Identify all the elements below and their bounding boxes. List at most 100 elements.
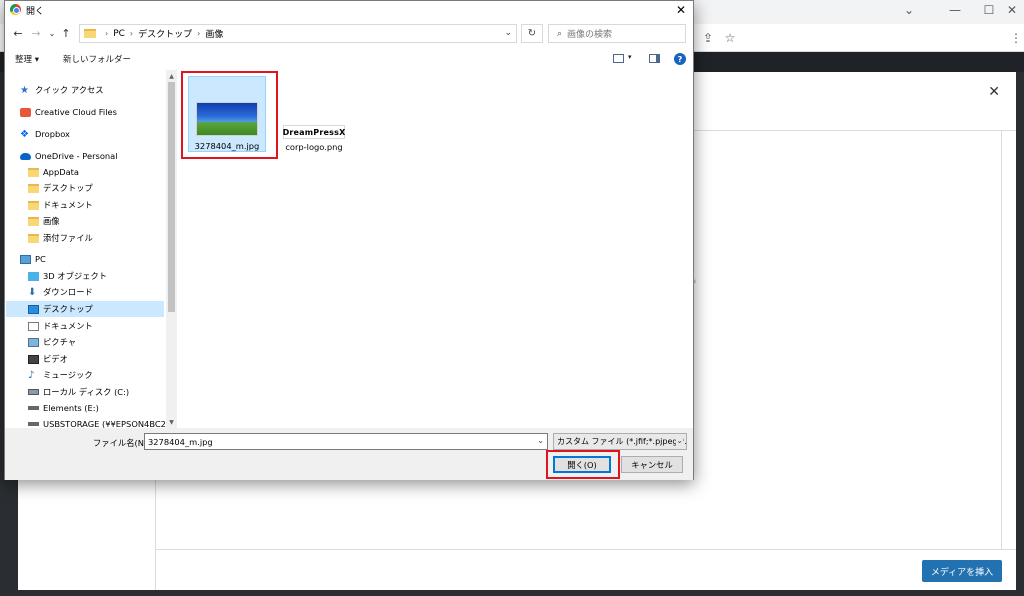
search-icon: ⌕: [557, 28, 563, 39]
dialog-titlebar: 開く ✕: [5, 1, 693, 19]
nav-item-elements-drive[interactable]: Elements (E:): [6, 400, 164, 416]
chevron-down-icon[interactable]: ⌄: [45, 26, 59, 40]
nav-item-pc[interactable]: PC: [6, 251, 164, 267]
network-drive-icon: [28, 422, 39, 426]
divider: [155, 549, 1016, 550]
nav-pane-scrollbar[interactable]: ▲ ▼: [166, 70, 177, 428]
filetype-select[interactable]: カスタム ファイル (*.jfif;*.pjpeg;*.jp ⌄: [553, 433, 687, 450]
star-icon[interactable]: ☆: [722, 30, 738, 46]
more-icon[interactable]: ⋮: [1008, 30, 1024, 46]
search-placeholder: 画像の検索: [567, 30, 613, 40]
chevron-up-icon[interactable]: ▲: [166, 71, 177, 81]
chevron-right-icon: ›: [105, 29, 109, 38]
creative-cloud-icon: [20, 107, 31, 117]
file-open-dialog: 開く ✕ ← → ⌄ ↑ › PC › デスクトップ › 画像 ⌄ ↻ ⌕ 画像…: [4, 0, 694, 480]
download-icon: ⬇: [28, 286, 37, 298]
nav-item-quick-access[interactable]: ★ クイック アクセス: [6, 82, 164, 98]
nav-item-3d-objects[interactable]: 3D オブジェクト: [6, 268, 164, 284]
chevron-down-icon[interactable]: ▾: [628, 53, 632, 61]
drive-icon: [28, 406, 39, 410]
filename-label: ファイル名(N):: [93, 438, 150, 448]
refresh-icon: ↻: [527, 28, 537, 39]
disk-icon: [28, 389, 39, 395]
star-icon: ★: [20, 84, 29, 96]
cloud-icon: [20, 152, 31, 160]
scroll-thumb[interactable]: [168, 82, 175, 312]
breadcrumb-item[interactable]: デスクトップ: [138, 27, 192, 40]
chevron-down-icon[interactable]: ⌄: [537, 436, 544, 445]
command-bar: 整理 ▾ 新しいフォルダー ▾ ?: [5, 49, 693, 69]
close-icon[interactable]: ✕: [988, 84, 1000, 100]
file-name: corp-logo.png: [285, 142, 343, 152]
chevron-down-icon[interactable]: ⌄: [886, 0, 932, 20]
file-item-corp-logo[interactable]: DreamPressX corp-logo.png: [278, 125, 350, 152]
nav-item-pictures[interactable]: ピクチャ: [6, 334, 164, 350]
chevron-down-icon[interactable]: ▼: [166, 417, 177, 427]
share-icon[interactable]: ⇪: [700, 30, 716, 46]
refresh-button[interactable]: ↻: [521, 24, 543, 43]
dialog-footer: ファイル名(N): 3278404_m.jpg ⌄ カスタム ファイル (*.j…: [5, 428, 693, 480]
pictures-icon: [28, 337, 39, 347]
desktop-icon: [28, 304, 39, 314]
preview-pane-icon[interactable]: [649, 54, 660, 63]
dropbox-icon: ❖: [20, 128, 29, 140]
nav-item-usb-storage[interactable]: USBSTORAGE (¥¥EPSON4BC295) (Z: [6, 416, 166, 428]
insert-media-button[interactable]: メディアを挿入: [922, 560, 1002, 582]
nav-item-videos[interactable]: ビデオ: [6, 351, 164, 367]
nav-item-creative-cloud[interactable]: Creative Cloud Files: [6, 104, 164, 120]
navigation-bar: ← → ⌄ ↑ › PC › デスクトップ › 画像 ⌄ ↻ ⌕ 画像の検索: [5, 22, 693, 46]
organize-button[interactable]: 整理 ▾: [15, 53, 39, 65]
close-icon[interactable]: ✕: [669, 1, 693, 19]
filename-value: 3278404_m.jpg: [148, 436, 213, 447]
back-arrow-icon[interactable]: ←: [11, 26, 25, 40]
address-bar[interactable]: › PC › デスクトップ › 画像 ⌄: [79, 24, 517, 43]
folder-icon: [28, 183, 39, 193]
nav-item-appdata[interactable]: AppData: [6, 164, 164, 180]
nav-item-desktop-folder[interactable]: デスクトップ: [6, 180, 164, 196]
video-icon: [28, 354, 39, 364]
filetype-value: カスタム ファイル (*.jfif;*.pjpeg;*.jp: [557, 437, 687, 446]
divider: [1001, 130, 1002, 550]
close-icon[interactable]: ✕: [1000, 0, 1024, 20]
chevron-right-icon: ›: [197, 29, 201, 38]
nav-item-local-disk[interactable]: ローカル ディスク (C:): [6, 384, 164, 400]
dialog-title: 開く: [26, 7, 45, 17]
cancel-button[interactable]: キャンセル: [621, 456, 683, 473]
cube-icon: [28, 271, 39, 281]
music-icon: ♪: [28, 369, 35, 381]
document-icon: [28, 321, 39, 331]
highlight-box: [546, 450, 620, 479]
nav-item-documents[interactable]: ドキュメント: [6, 318, 164, 334]
navigation-pane: ★ クイック アクセス Creative Cloud Files ❖ Dropbox…: [6, 70, 166, 428]
nav-item-downloads[interactable]: ⬇ ダウンロード: [6, 284, 164, 300]
chrome-icon: [10, 4, 21, 15]
forward-arrow-icon[interactable]: →: [29, 26, 43, 40]
search-input[interactable]: ⌕ 画像の検索: [548, 24, 686, 43]
folder-icon: [84, 29, 96, 38]
folder-icon: [28, 200, 39, 210]
filename-input[interactable]: 3278404_m.jpg ⌄: [144, 433, 548, 450]
up-arrow-icon[interactable]: ↑: [59, 26, 73, 40]
logo-thumbnail: DreamPressX: [283, 125, 345, 139]
nav-item-onedrive[interactable]: OneDrive - Personal: [6, 148, 164, 164]
highlight-box: [181, 71, 278, 159]
breadcrumb-item[interactable]: 画像: [205, 27, 223, 40]
breadcrumb-item[interactable]: PC: [113, 29, 125, 39]
nav-item-dropbox[interactable]: ❖ Dropbox: [6, 126, 164, 142]
nav-item-attachments-folder[interactable]: 添付ファイル: [6, 230, 164, 246]
chevron-down-icon: ⌄: [676, 436, 683, 445]
nav-item-desktop[interactable]: デスクトップ: [6, 301, 164, 317]
chevron-down-icon[interactable]: ⌄: [504, 28, 512, 38]
folder-icon: [28, 216, 39, 226]
help-icon[interactable]: ?: [674, 53, 686, 65]
pc-icon: [20, 254, 31, 264]
folder-icon: [28, 233, 39, 243]
nav-item-images-folder[interactable]: 画像: [6, 213, 164, 229]
chevron-right-icon: ›: [129, 29, 134, 38]
new-folder-button[interactable]: 新しいフォルダー: [63, 53, 131, 65]
file-list: 3278404_m.jpg DreamPressX corp-logo.png: [178, 70, 693, 428]
nav-item-music[interactable]: ♪ ミュージック: [6, 367, 164, 383]
folder-icon: [28, 167, 39, 177]
nav-item-documents-folder[interactable]: ドキュメント: [6, 197, 164, 213]
view-options-icon[interactable]: [613, 54, 624, 63]
